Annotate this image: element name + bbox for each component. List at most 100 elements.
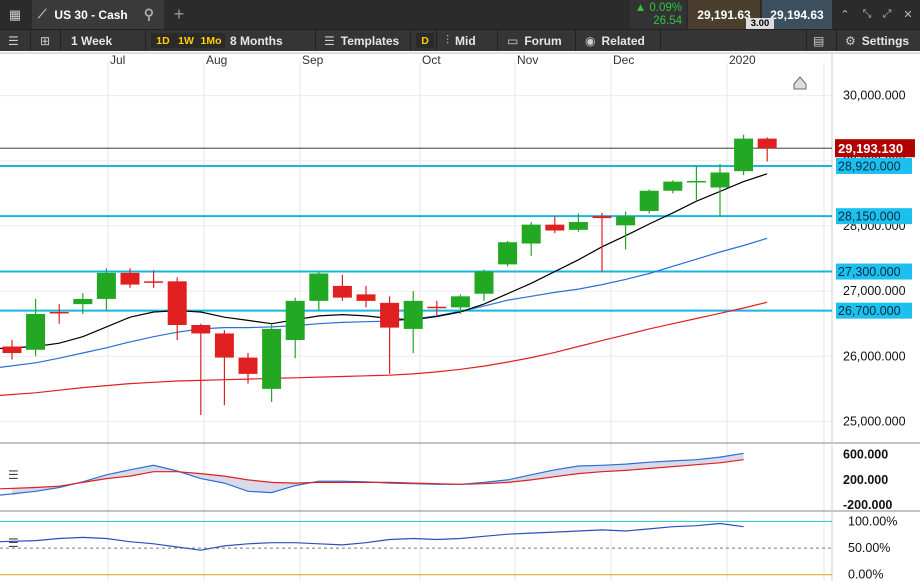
collapse-icon[interactable]: ⌃ bbox=[834, 0, 856, 29]
candle-body bbox=[2, 346, 22, 354]
x-tick-label: Oct bbox=[422, 53, 441, 67]
candles bbox=[2, 134, 777, 415]
candle-body bbox=[545, 224, 565, 231]
top-bar: ▦ ⟋ US 30 - Cash ⚲ + ▲ 0.09% 26.54 29,19… bbox=[0, 0, 920, 29]
candle-body bbox=[474, 271, 494, 294]
range-select[interactable]: 8 Months bbox=[230, 30, 283, 51]
add-tab-button[interactable]: + bbox=[170, 0, 188, 29]
x-tick-label: 2020 bbox=[729, 53, 756, 67]
candle-body bbox=[616, 216, 636, 226]
instrument-name: US 30 - Cash bbox=[54, 7, 128, 22]
y-tick-label: 30,000.000 bbox=[843, 89, 906, 103]
candle-body bbox=[639, 190, 659, 211]
candle-body bbox=[568, 222, 588, 230]
close-icon[interactable]: ✕ bbox=[897, 0, 919, 29]
line-chart-icon: ⟋ bbox=[38, 7, 47, 21]
related-label: Related bbox=[601, 33, 645, 48]
interval-1mo-button[interactable]: 1Mo bbox=[197, 33, 225, 48]
candle-body bbox=[592, 216, 612, 219]
macd-y-tick-label: 600.000 bbox=[843, 448, 888, 462]
candle-body bbox=[427, 306, 447, 309]
stoch-y-tick-label: 100.00% bbox=[848, 514, 897, 528]
candle-body bbox=[144, 281, 164, 283]
layout-icon[interactable]: ⊞ bbox=[40, 30, 50, 51]
current-price-label: 29,193.130 bbox=[838, 141, 903, 156]
y-tick-label: 27,000.000 bbox=[843, 284, 906, 298]
candle-body bbox=[710, 172, 730, 188]
level-tag-label: 26,700.000 bbox=[838, 304, 901, 318]
candle-body bbox=[450, 296, 470, 308]
chat-icon: ▭ bbox=[507, 33, 519, 48]
instrument-tab[interactable]: ⟋ US 30 - Cash ⚲ bbox=[32, 0, 164, 29]
list-icon[interactable]: ☰ bbox=[8, 30, 19, 51]
spread-badge: 3.00 bbox=[746, 18, 774, 29]
x-tick-label: Nov bbox=[517, 53, 538, 67]
macd-y-tick-label: 200.000 bbox=[843, 473, 888, 487]
interval-1w-button[interactable]: 1W bbox=[174, 33, 198, 48]
x-tick-label: Aug bbox=[206, 53, 227, 67]
candle-body bbox=[49, 311, 69, 314]
chart-toolbar: ☰ ⊞ 1 Week 1D 1W 1Mo 8 Months ☰ Template… bbox=[0, 29, 920, 51]
forum-button[interactable]: ▭ Forum bbox=[507, 30, 562, 51]
current-price: 29,193.130 bbox=[835, 139, 915, 158]
candle-body bbox=[356, 294, 376, 301]
sliders-icon: ☰ bbox=[324, 33, 335, 48]
candle-body bbox=[191, 324, 211, 334]
horizontal-levels[interactable] bbox=[0, 147, 832, 312]
stoch-y-tick-label: 0.00% bbox=[848, 568, 883, 581]
candle-body bbox=[380, 302, 400, 328]
forum-label: Forum bbox=[524, 33, 562, 48]
candle-body bbox=[96, 272, 116, 299]
candle-body bbox=[26, 313, 46, 350]
resize-icon[interactable]: ⤡ bbox=[856, 0, 878, 29]
y-tick-label: 26,000.000 bbox=[843, 349, 906, 363]
candle-body bbox=[262, 328, 282, 389]
panel-icon[interactable]: ▤ bbox=[813, 30, 824, 51]
candle-body bbox=[757, 138, 777, 149]
settings-label: Settings bbox=[861, 33, 910, 48]
level-tag-label: 27,300.000 bbox=[838, 265, 901, 279]
price-type-button[interactable]: ⫶ Mid bbox=[446, 30, 476, 51]
stoch-line bbox=[0, 522, 744, 551]
macd-panel: ☰ 600.000 200.000 -200.000 bbox=[0, 448, 892, 512]
chart-grid bbox=[0, 52, 920, 581]
candle-body bbox=[120, 272, 140, 285]
menu-grid-icon[interactable]: ▦ bbox=[0, 0, 30, 29]
stochastic-panel: ☰100.00%50.00%0.00% bbox=[0, 514, 897, 581]
candle-body bbox=[238, 357, 258, 374]
candle-body bbox=[498, 242, 518, 265]
candle-body bbox=[73, 298, 93, 305]
macd-y-tick-label: -200.000 bbox=[843, 498, 892, 512]
d-button[interactable]: D bbox=[416, 33, 434, 48]
candle-body bbox=[663, 181, 683, 191]
candle-body bbox=[332, 285, 352, 298]
interval-select[interactable]: 1 Week bbox=[71, 30, 112, 51]
x-tick-label: Sep bbox=[302, 53, 324, 67]
level-tag-label: 28,150.000 bbox=[838, 210, 901, 224]
price-change: ▲ 0.09% 26.54 bbox=[630, 0, 686, 29]
chart-window: ▦ ⟋ US 30 - Cash ⚲ + ▲ 0.09% 26.54 29,19… bbox=[0, 0, 920, 581]
candle-body bbox=[521, 224, 541, 244]
macd-histogram-fill bbox=[12, 453, 744, 496]
settings-button[interactable]: ⚙ Settings bbox=[845, 30, 909, 51]
panel-menu-icon: ☰ bbox=[8, 468, 19, 482]
templates-button[interactable]: ☰ Templates bbox=[324, 30, 399, 51]
price-chart[interactable]: Jul Aug Sep Oct Nov Dec 2020 30,000.00029,000.… bbox=[0, 51, 920, 581]
price-type-label: Mid bbox=[455, 33, 476, 48]
candles-icon: ⫶ bbox=[446, 33, 450, 47]
related-button[interactable]: ◉ Related bbox=[585, 30, 645, 51]
change-points: 26.54 bbox=[653, 14, 682, 27]
candle-body bbox=[214, 333, 234, 358]
templates-label: Templates bbox=[340, 33, 400, 48]
x-tick-label: Dec bbox=[613, 53, 634, 67]
candle-body bbox=[686, 180, 706, 183]
eye-icon: ◉ bbox=[585, 33, 596, 48]
candle-body bbox=[734, 138, 754, 172]
popout-icon[interactable]: ⤢ bbox=[876, 0, 898, 29]
interval-1d-button[interactable]: 1D bbox=[151, 33, 175, 48]
candle-body bbox=[403, 300, 423, 329]
candle-body bbox=[167, 281, 187, 325]
stoch-y-tick-label: 50.00% bbox=[848, 541, 890, 555]
search-icon[interactable]: ⚲ bbox=[144, 6, 154, 23]
candle-body bbox=[285, 300, 305, 340]
